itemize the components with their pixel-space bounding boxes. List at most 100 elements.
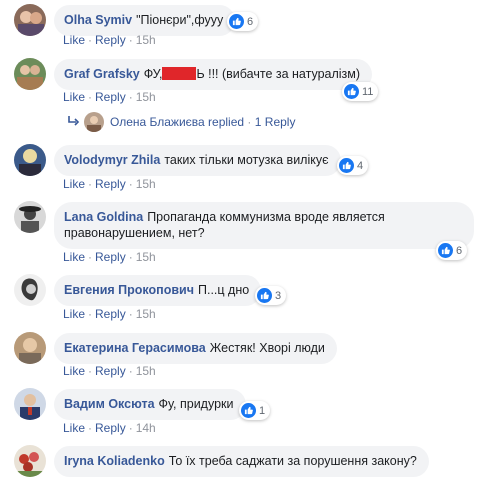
avatar[interactable] [14,201,46,233]
like-icon [339,158,354,173]
comment-bubble: Lana Goldina Пропаганда коммунизма вроде … [54,202,474,249]
avatar[interactable] [14,144,46,176]
timestamp[interactable]: 14h [136,421,156,435]
like-icon [229,14,244,29]
reply-count: 1 Reply [254,115,296,129]
author-name[interactable]: Volodymyr Zhila [64,153,160,167]
reaction-number: 1 [259,404,266,417]
separator-dot: · [247,115,252,129]
comment-actions: Like · Reply · 15h [63,307,156,321]
like-link[interactable]: Like [63,250,85,264]
comment-text: То їх треба саджати за порушення закону? [168,454,417,468]
view-replies[interactable]: Олена Блажиєва replied · 1 Reply [68,112,295,132]
separator-dot: · [88,421,93,435]
timestamp[interactable]: 15h [136,90,156,104]
timestamp[interactable]: 15h [136,33,156,47]
comment-text: П...ц дно [197,283,250,297]
reply-link[interactable]: Reply [95,421,126,435]
avatar[interactable] [14,4,46,36]
separator-dot: · [88,33,93,47]
separator-dot: · [88,364,93,378]
separator-dot: · [128,250,133,264]
like-icon [241,403,256,418]
reaction-count[interactable]: 11 [342,82,379,101]
avatar[interactable] [14,445,46,477]
separator-dot: · [88,90,93,104]
reaction-number: 6 [456,244,463,257]
comment-text-end: Ь !!! (вибачте за натуралізм) [196,67,361,81]
reaction-number: 6 [247,15,254,28]
comment-bubble: Volodymyr Zhila таких тільки мотузка вилі… [54,145,341,176]
comment-text: "Піонєри",фууу [136,13,224,27]
comment-text: Жестяк! Хворі люди [209,341,325,355]
author-name[interactable]: Екатерина Герасимова [64,341,206,355]
comment-actions: Like · Reply · 15h [63,364,156,378]
comment-actions: Like · Reply · 14h [63,421,156,435]
comment-text: Фу, придурки [158,397,234,411]
separator-dot: · [128,177,133,191]
reply-link[interactable]: Reply [95,250,126,264]
author-name[interactable]: Lana Goldina [64,210,143,224]
timestamp[interactable]: 15h [136,177,156,191]
reaction-count[interactable]: 4 [337,156,369,175]
comment-actions: Like · Reply · 15h [63,90,156,104]
comment-bubble: Olha Symiv "Піонєри",фууу [54,5,236,36]
like-icon [257,288,272,303]
reply-arrow-icon [68,115,80,129]
like-link[interactable]: Like [63,177,85,191]
like-icon [344,84,359,99]
avatar [84,112,104,132]
like-link[interactable]: Like [63,33,85,47]
comment-bubble: Вадим Оксюта Фу, придурки [54,389,246,420]
reaction-number: 4 [357,159,364,172]
author-name[interactable]: Евгения Прокопович [64,283,194,297]
comment-actions: Like · Reply · 15h [63,250,156,264]
reaction-count[interactable]: 6 [436,241,468,260]
timestamp[interactable]: 15h [136,250,156,264]
separator-dot: · [128,421,133,435]
comment-bubble: Iryna Koliadenko То їх треба саджати за п… [54,446,429,477]
like-link[interactable]: Like [63,307,85,321]
author-name[interactable]: Iryna Koliadenko [64,454,165,468]
timestamp[interactable]: 15h [136,307,156,321]
comment-bubble: Евгения Прокопович П...ц дно [54,275,262,306]
reaction-count[interactable]: 3 [255,286,287,305]
avatar[interactable] [14,388,46,420]
comment-text: таких тільки мотузка вилікує [164,153,329,167]
reply-label: replied [208,115,245,129]
avatar[interactable] [14,332,46,364]
separator-dot: · [128,90,133,104]
like-icon [438,243,453,258]
separator-dot: · [88,177,93,191]
separator-dot: · [128,364,133,378]
avatar[interactable] [14,274,46,306]
reply-link[interactable]: Reply [95,307,126,321]
comment-text-start: ФУ, [143,67,163,81]
like-link[interactable]: Like [63,421,85,435]
comment-actions: Like · Reply · 15h [63,177,156,191]
like-link[interactable]: Like [63,364,85,378]
reaction-count[interactable]: 6 [227,12,259,31]
author-name[interactable]: Graf Grafsky [64,67,140,81]
like-link[interactable]: Like [63,90,85,104]
reaction-number: 3 [275,289,282,302]
separator-dot: · [88,307,93,321]
reply-link[interactable]: Reply [95,177,126,191]
separator-dot: · [128,33,133,47]
separator-dot: · [128,307,133,321]
comment-bubble: Екатерина Герасимова Жестяк! Хворі люди [54,333,337,364]
censor-bar [162,67,197,80]
comment-bubble: Graf Grafsky ФУ, Ь !!! (вибачте за натурал… [54,59,373,90]
reply-link[interactable]: Reply [95,90,126,104]
reply-link[interactable]: Reply [95,33,126,47]
separator-dot: · [88,250,93,264]
author-name[interactable]: Вадим Оксюта [64,397,155,411]
timestamp[interactable]: 15h [136,364,156,378]
avatar[interactable] [14,58,46,90]
comment-actions: Like · Reply · 15h [63,33,156,47]
reply-author: Олена Блажиєва [110,115,205,129]
reaction-count[interactable]: 1 [239,401,271,420]
reply-link[interactable]: Reply [95,364,126,378]
reaction-number: 11 [362,85,374,98]
author-name[interactable]: Olha Symiv [64,13,132,27]
